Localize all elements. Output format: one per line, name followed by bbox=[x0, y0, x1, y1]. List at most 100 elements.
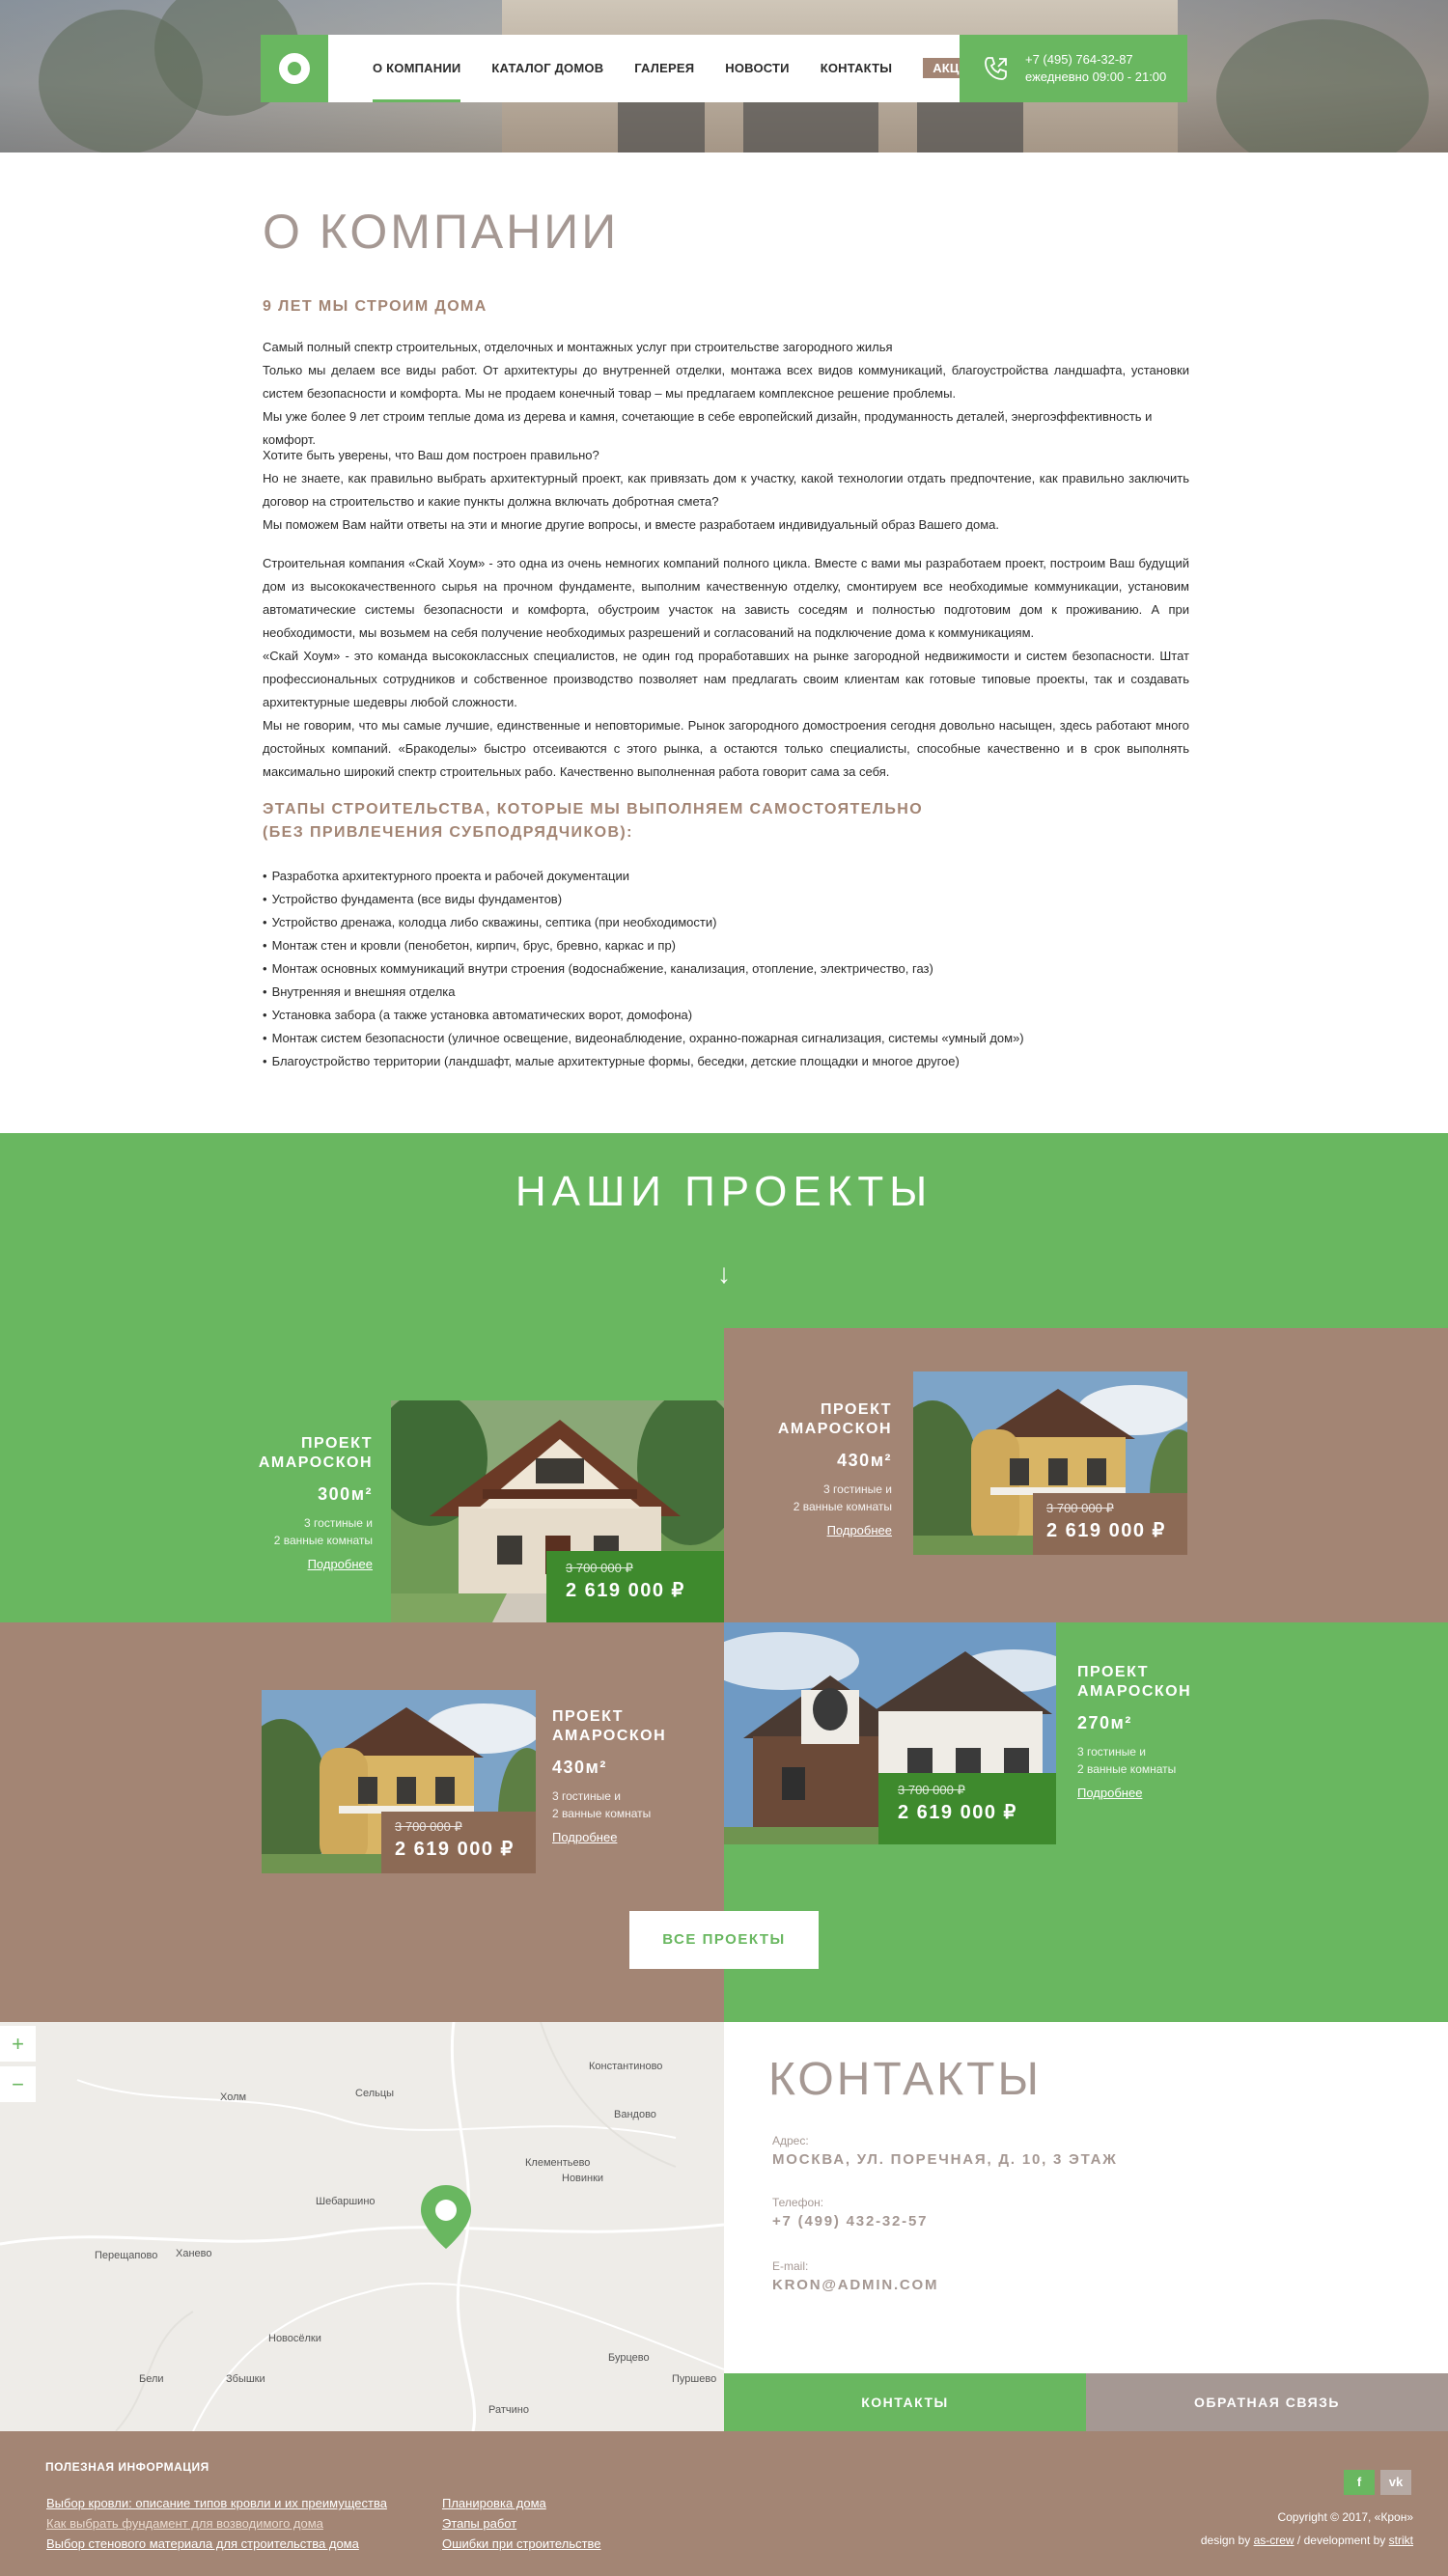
map-place-label: Холм bbox=[220, 2091, 247, 2103]
address-value: МОСКВА, УЛ. ПОРЕЧНАЯ, Д. 10, 3 ЭТАЖ bbox=[772, 2151, 1118, 2168]
project-title-line-1: ПРОЕКТ bbox=[300, 1435, 373, 1452]
price-new: 2 619 000 ₽ bbox=[898, 1802, 1017, 1823]
about-text-block-2: Хотите быть уверены, что Ваш дом построе… bbox=[263, 444, 1189, 537]
project-rooms: 3 гостиные и 2 ванные комнаты bbox=[1077, 1743, 1270, 1778]
footer-links-col-1: Выбор кровли: описание типов кровли и их… bbox=[46, 2493, 387, 2554]
list-item: Монтаж стен и кровли (пенобетон, кирпич,… bbox=[263, 934, 1024, 957]
contacts-section: КОНТАКТЫ Адрес: МОСКВА, УЛ. ПОРЕЧНАЯ, Д.… bbox=[724, 2022, 1448, 2373]
project-title-line-2: АМАРОСКОН bbox=[258, 1454, 373, 1471]
about-title: О КОМПАНИИ bbox=[263, 205, 620, 259]
footer-link[interactable]: Выбор стенового материала для строительс… bbox=[46, 2534, 387, 2554]
map-zoom-in-button[interactable]: + bbox=[0, 2026, 36, 2062]
project-title-line-1: ПРОЕКТ bbox=[552, 1708, 625, 1725]
project-title-line-2: АМАРОСКОН bbox=[1077, 1683, 1192, 1700]
project-rooms: 3 гостиные и 2 ванные комнаты bbox=[724, 1481, 892, 1515]
project-rooms-line-2: 2 ванные комнаты bbox=[1077, 1762, 1177, 1776]
map-pin-icon[interactable] bbox=[418, 2183, 474, 2251]
project-photo[interactable]: 3 700 000 ₽ 2 619 000 ₽ bbox=[391, 1400, 724, 1622]
project-card-2: ПРОЕКТ АМАРОСКОН 430м² 3 гостиные и 2 ва… bbox=[724, 1328, 1448, 1622]
paragraph: Мы не говорим, что мы самые лучшие, един… bbox=[263, 718, 1189, 779]
footer-title: ПОЛЕЗНАЯ ИНФОРМАЦИЯ bbox=[45, 2460, 209, 2474]
facebook-icon[interactable]: f bbox=[1344, 2470, 1375, 2495]
vk-icon[interactable]: vk bbox=[1380, 2470, 1411, 2495]
email-label: E-mail: bbox=[772, 2259, 809, 2273]
credits-dev-text: / development by bbox=[1296, 2534, 1386, 2547]
project-photo[interactable]: 3 700 000 ₽ 2 619 000 ₽ bbox=[262, 1690, 536, 1873]
credits: design by as-crew / development by strik… bbox=[1201, 2534, 1413, 2547]
design-credit-link[interactable]: as-crew bbox=[1254, 2534, 1295, 2547]
map-zoom-out-button[interactable]: − bbox=[0, 2066, 36, 2102]
footer-link[interactable]: Ошибки при строительстве bbox=[442, 2534, 601, 2554]
credits-design-text: design by bbox=[1200, 2534, 1251, 2547]
price-new: 2 619 000 ₽ bbox=[1046, 1520, 1166, 1541]
header-phone-number[interactable]: +7 (495) 764-32-87 bbox=[1025, 52, 1133, 67]
email-value[interactable]: KRON@ADMIN.COM bbox=[772, 2277, 938, 2293]
project-more-link[interactable]: Подробнее bbox=[552, 1830, 716, 1844]
project-rooms-line-2: 2 ванные комнаты bbox=[552, 1807, 652, 1820]
hero-banner: О КОМПАНИИ КАТАЛОГ ДОМОВ ГАЛЕРЕЯ НОВОСТИ… bbox=[0, 0, 1448, 152]
dev-credit-link[interactable]: strikt bbox=[1389, 2534, 1413, 2547]
nav-item-about[interactable]: О КОМПАНИИ bbox=[357, 35, 476, 102]
stages-list: Разработка архитектурного проекта и рабо… bbox=[263, 865, 1024, 1073]
nav-item-gallery[interactable]: ГАЛЕРЕЯ bbox=[619, 35, 710, 102]
contacts-button[interactable]: КОНТАКТЫ bbox=[724, 2373, 1086, 2431]
project-rooms-line-2: 2 ванные комнаты bbox=[793, 1500, 892, 1513]
map-place-label: Бурцево bbox=[608, 2352, 650, 2364]
list-item: Внутренняя и внешняя отделка bbox=[263, 981, 1024, 1004]
project-photo[interactable]: 3 700 000 ₽ 2 619 000 ₽ bbox=[913, 1371, 1187, 1555]
footer-link[interactable]: Этапы работ bbox=[442, 2513, 601, 2534]
project-rooms-line-2: 2 ванные комнаты bbox=[273, 1534, 373, 1547]
price-new: 2 619 000 ₽ bbox=[395, 1839, 515, 1860]
project-rooms: 3 гостиные и 2 ванные комнаты bbox=[552, 1787, 716, 1822]
main-navigation: О КОМПАНИИ КАТАЛОГ ДОМОВ ГАЛЕРЕЯ НОВОСТИ… bbox=[261, 35, 1187, 102]
project-rooms-line-1: 3 гостиные и bbox=[552, 1789, 621, 1803]
projects-title: НАШИ ПРОЕКТЫ bbox=[515, 1168, 933, 1215]
map-place-label: Ханево bbox=[176, 2248, 212, 2259]
map-place-label: Сельцы bbox=[355, 2088, 395, 2099]
price-tag: 3 700 000 ₽ 2 619 000 ₽ bbox=[546, 1551, 724, 1622]
map-place-label: Вандово bbox=[614, 2109, 656, 2120]
phone-icon bbox=[985, 57, 1007, 80]
stages-title-line-1: ЭТАПЫ СТРОИТЕЛЬСТВА, КОТОРЫЕ МЫ ВЫПОЛНЯЕ… bbox=[263, 801, 924, 817]
paragraph: Но не знаете, как правильно выбрать архи… bbox=[263, 471, 1189, 509]
project-photo[interactable]: 3 700 000 ₽ 2 619 000 ₽ bbox=[724, 1622, 1056, 1844]
project-card-3: 3 700 000 ₽ 2 619 000 ₽ ПРОЕКТ АМАРОСКОН… bbox=[0, 1622, 724, 2022]
footer-link[interactable]: Планировка дома bbox=[442, 2493, 601, 2513]
price-new: 2 619 000 ₽ bbox=[566, 1580, 685, 1601]
stages-title-line-2: (БЕЗ ПРИВЛЕЧЕНИЯ СУБПОДРЯДЧИКОВ): bbox=[263, 824, 633, 841]
all-projects-button[interactable]: ВСЕ ПРОЕКТЫ bbox=[629, 1911, 819, 1969]
project-info: ПРОЕКТ АМАРОСКОН 300м² 3 гостиные и 2 ва… bbox=[199, 1434, 373, 1571]
list-item: Монтаж систем безопасности (уличное осве… bbox=[263, 1027, 1024, 1050]
map-place-label: Константиново bbox=[589, 2061, 663, 2072]
map-place-label: Бели bbox=[139, 2373, 164, 2385]
project-more-link[interactable]: Подробнее bbox=[724, 1523, 892, 1537]
nav-item-catalog[interactable]: КАТАЛОГ ДОМОВ bbox=[476, 35, 619, 102]
project-more-link[interactable]: Подробнее bbox=[1077, 1786, 1270, 1800]
nav-item-news[interactable]: НОВОСТИ bbox=[710, 35, 804, 102]
address-label: Адрес: bbox=[772, 2134, 809, 2147]
project-more-link[interactable]: Подробнее bbox=[199, 1557, 373, 1571]
footer-link[interactable]: Как выбрать фундамент для возводимого до… bbox=[46, 2513, 387, 2534]
price-old: 3 700 000 ₽ bbox=[566, 1561, 633, 1575]
copyright: Copyright © 2017, «Крон» bbox=[1277, 2510, 1413, 2524]
footer-link[interactable]: Выбор кровли: описание типов кровли и их… bbox=[46, 2493, 387, 2513]
project-area: 270м² bbox=[1077, 1713, 1132, 1732]
project-card-1: ПРОЕКТ АМАРОСКОН 300м² 3 гостиные и 2 ва… bbox=[0, 1328, 724, 1622]
nav-item-contacts[interactable]: КОНТАКТЫ bbox=[805, 35, 907, 102]
phone-value[interactable]: +7 (499) 432-32-57 bbox=[772, 2213, 928, 2230]
map[interactable]: + − Константиново Холм Сельцы Вандово Кл… bbox=[0, 2022, 724, 2431]
header-phone-block[interactable]: +7 (495) 764-32-87 ежедневно 09:00 - 21:… bbox=[960, 35, 1187, 102]
arrow-down-icon: ↓ bbox=[717, 1259, 731, 1288]
list-item: Разработка архитектурного проекта и рабо… bbox=[263, 865, 1024, 888]
project-rooms-line-1: 3 гостиные и bbox=[1077, 1745, 1146, 1759]
project-card-4: 3 700 000 ₽ 2 619 000 ₽ ПРОЕКТ АМАРОСКОН… bbox=[724, 1622, 1448, 2022]
project-info: ПРОЕКТ АМАРОСКОН 430м² 3 гостиные и 2 ва… bbox=[552, 1707, 716, 1844]
project-rooms-line-1: 3 гостиные и bbox=[304, 1516, 373, 1530]
logo[interactable] bbox=[261, 35, 328, 102]
projects-header-band bbox=[0, 1133, 1448, 1328]
paragraph: Только мы делаем все виды работ. От архи… bbox=[263, 363, 1189, 401]
contacts-title: КОНТАКТЫ bbox=[768, 2054, 1042, 2105]
footer-links-col-2: Планировка дома Этапы работ Ошибки при с… bbox=[442, 2493, 601, 2554]
feedback-button[interactable]: ОБРАТНАЯ СВЯЗЬ bbox=[1086, 2373, 1448, 2431]
price-old: 3 700 000 ₽ bbox=[898, 1783, 965, 1797]
